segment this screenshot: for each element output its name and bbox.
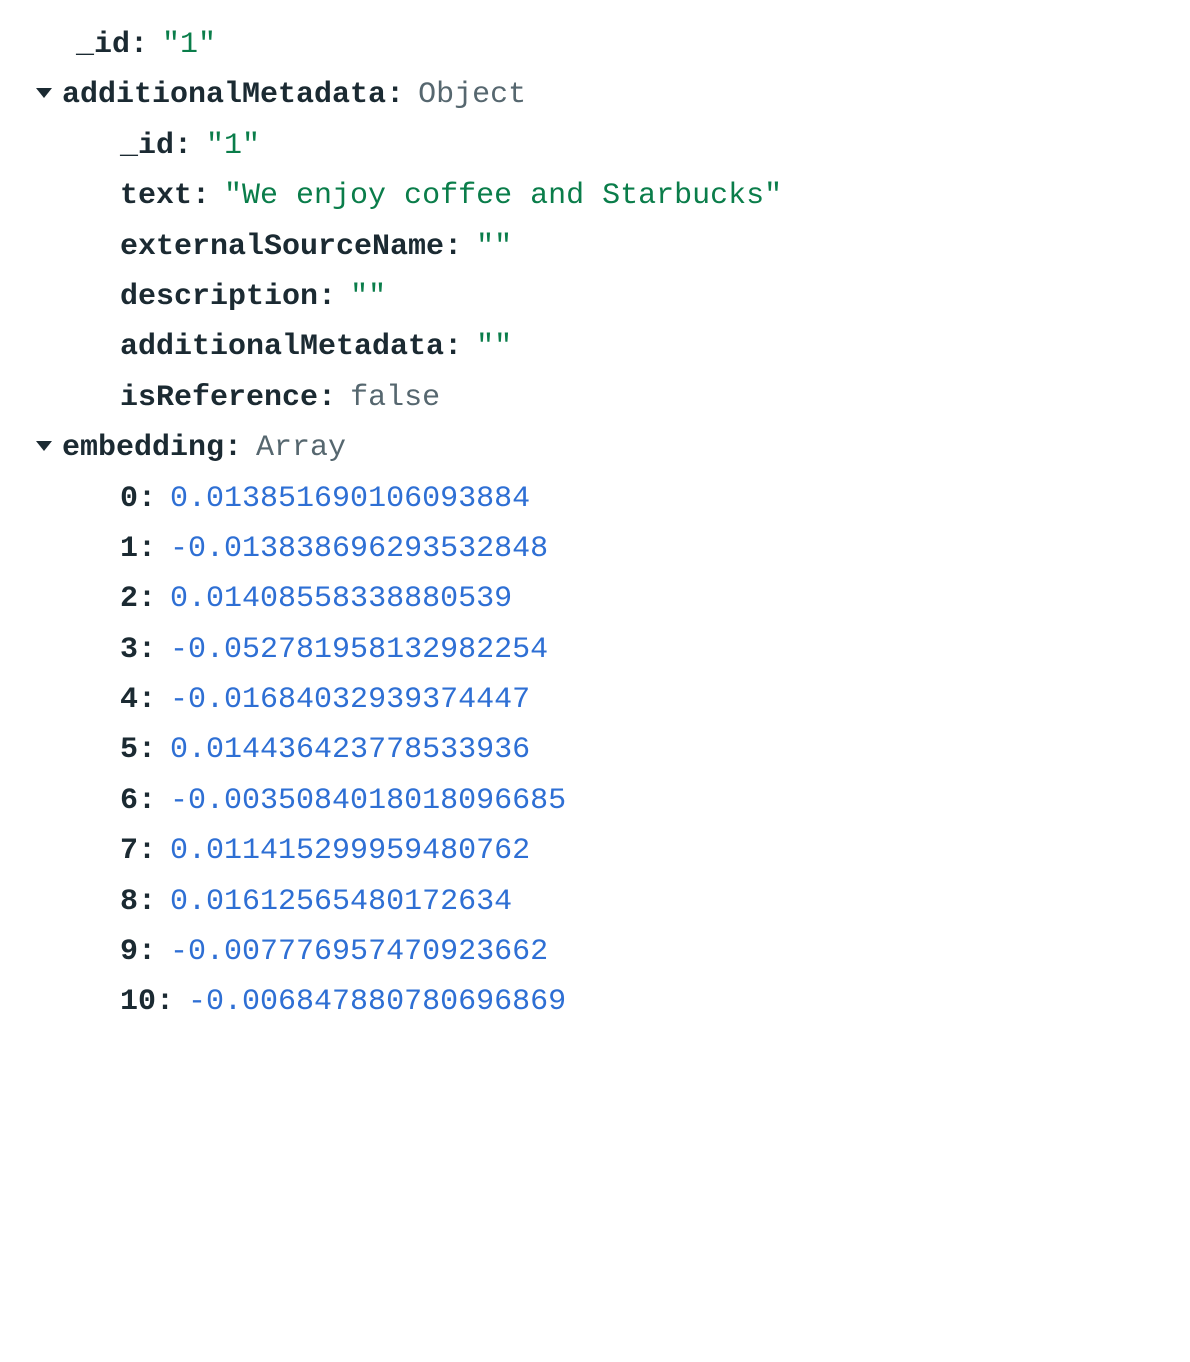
field-value-type: Array <box>256 423 346 473</box>
field-row-embedding[interactable]: embedding: Array <box>20 423 1170 473</box>
field-value-number: -0.006847880780696869 <box>188 977 566 1027</box>
field-colon: : <box>138 776 156 826</box>
array-index: 1 <box>120 524 138 574</box>
field-key: externalSourceName <box>120 222 444 272</box>
field-value-boolean: false <box>350 373 440 423</box>
field-row-meta-externalSourceName[interactable]: externalSourceName: "" <box>20 222 1170 272</box>
field-colon: : <box>386 70 404 120</box>
field-value-number: -0.013838696293532848 <box>170 524 548 574</box>
field-value-number: 0.01408558338880539 <box>170 574 512 624</box>
field-row-meta-description[interactable]: description: "" <box>20 272 1170 322</box>
array-index: 8 <box>120 877 138 927</box>
array-item-row[interactable]: 7:0.011415299959480762 <box>20 826 1170 876</box>
field-value-number: -0.007776957470923662 <box>170 927 548 977</box>
field-key: description <box>120 272 318 322</box>
array-item-row[interactable]: 10: -0.006847880780696869 <box>20 977 1170 1027</box>
field-colon: : <box>138 927 156 977</box>
array-index: 0 <box>120 474 138 524</box>
array-index: 2 <box>120 574 138 624</box>
field-key: additionalMetadata <box>62 70 386 120</box>
field-colon: : <box>138 524 156 574</box>
field-row-meta-text[interactable]: text: "We enjoy coffee and Starbucks" <box>20 171 1170 221</box>
field-value-number: -0.052781958132982254 <box>170 625 548 675</box>
array-index: 9 <box>120 927 138 977</box>
array-index: 4 <box>120 675 138 725</box>
field-key: _id <box>76 20 130 70</box>
array-index: 7 <box>120 826 138 876</box>
field-colon: : <box>138 625 156 675</box>
field-row-additionalMetadata[interactable]: additionalMetadata: Object <box>20 70 1170 120</box>
field-colon: : <box>444 222 462 272</box>
field-colon: : <box>318 373 336 423</box>
field-colon: : <box>130 20 148 70</box>
field-colon: : <box>138 574 156 624</box>
field-value-string: "1" <box>206 121 260 171</box>
field-value-number: 0.013851690106093884 <box>170 474 530 524</box>
field-value-string: "" <box>350 272 386 322</box>
array-item-row[interactable]: 8:0.01612565480172634 <box>20 877 1170 927</box>
field-row-meta-additionalMetadata[interactable]: additionalMetadata: "" <box>20 322 1170 372</box>
caret-down-icon[interactable] <box>36 441 52 451</box>
field-value-string: "" <box>476 222 512 272</box>
field-row-meta-id[interactable]: _id: "1" <box>20 121 1170 171</box>
field-value-number: 0.011415299959480762 <box>170 826 530 876</box>
array-index: 10 <box>120 977 156 1027</box>
field-colon: : <box>138 826 156 876</box>
field-value-number: 0.01612565480172634 <box>170 877 512 927</box>
caret-down-icon[interactable] <box>36 88 52 98</box>
field-value-type: Object <box>418 70 526 120</box>
field-colon: : <box>138 725 156 775</box>
field-colon: : <box>444 322 462 372</box>
field-value-string: "" <box>476 322 512 372</box>
array-index: 5 <box>120 725 138 775</box>
field-value-number: 0.014436423778533936 <box>170 725 530 775</box>
array-item-row[interactable]: 6: -0.0035084018018096685 <box>20 776 1170 826</box>
field-colon: : <box>138 474 156 524</box>
array-item-row[interactable]: 9: -0.007776957470923662 <box>20 927 1170 977</box>
field-key: text <box>120 171 192 221</box>
field-colon: : <box>138 877 156 927</box>
field-value-string: "1" <box>162 20 216 70</box>
field-colon: : <box>192 171 210 221</box>
document-tree: _id: "1" additionalMetadata: Object _id:… <box>20 20 1170 1028</box>
field-colon: : <box>138 675 156 725</box>
array-item-row[interactable]: 3: -0.052781958132982254 <box>20 625 1170 675</box>
field-key: _id <box>120 121 174 171</box>
field-colon: : <box>318 272 336 322</box>
array-item-row[interactable]: 0:0.013851690106093884 <box>20 474 1170 524</box>
field-value-string: "We enjoy coffee and Starbucks" <box>224 171 782 221</box>
field-key: additionalMetadata <box>120 322 444 372</box>
embedding-list: 0:0.0138516901060938841:-0.0138386962935… <box>20 474 1170 1028</box>
array-item-row[interactable]: 4: -0.01684032939374447 <box>20 675 1170 725</box>
field-colon: : <box>156 977 174 1027</box>
field-colon: : <box>224 423 242 473</box>
field-colon: : <box>174 121 192 171</box>
array-item-row[interactable]: 1: -0.013838696293532848 <box>20 524 1170 574</box>
field-row-id[interactable]: _id: "1" <box>20 20 1170 70</box>
array-index: 6 <box>120 776 138 826</box>
array-item-row[interactable]: 2:0.01408558338880539 <box>20 574 1170 624</box>
field-key: embedding <box>62 423 224 473</box>
field-value-number: -0.01684032939374447 <box>170 675 530 725</box>
field-key: isReference <box>120 373 318 423</box>
array-index: 3 <box>120 625 138 675</box>
array-item-row[interactable]: 5:0.014436423778533936 <box>20 725 1170 775</box>
field-value-number: -0.0035084018018096685 <box>170 776 566 826</box>
field-row-meta-isReference[interactable]: isReference: false <box>20 373 1170 423</box>
